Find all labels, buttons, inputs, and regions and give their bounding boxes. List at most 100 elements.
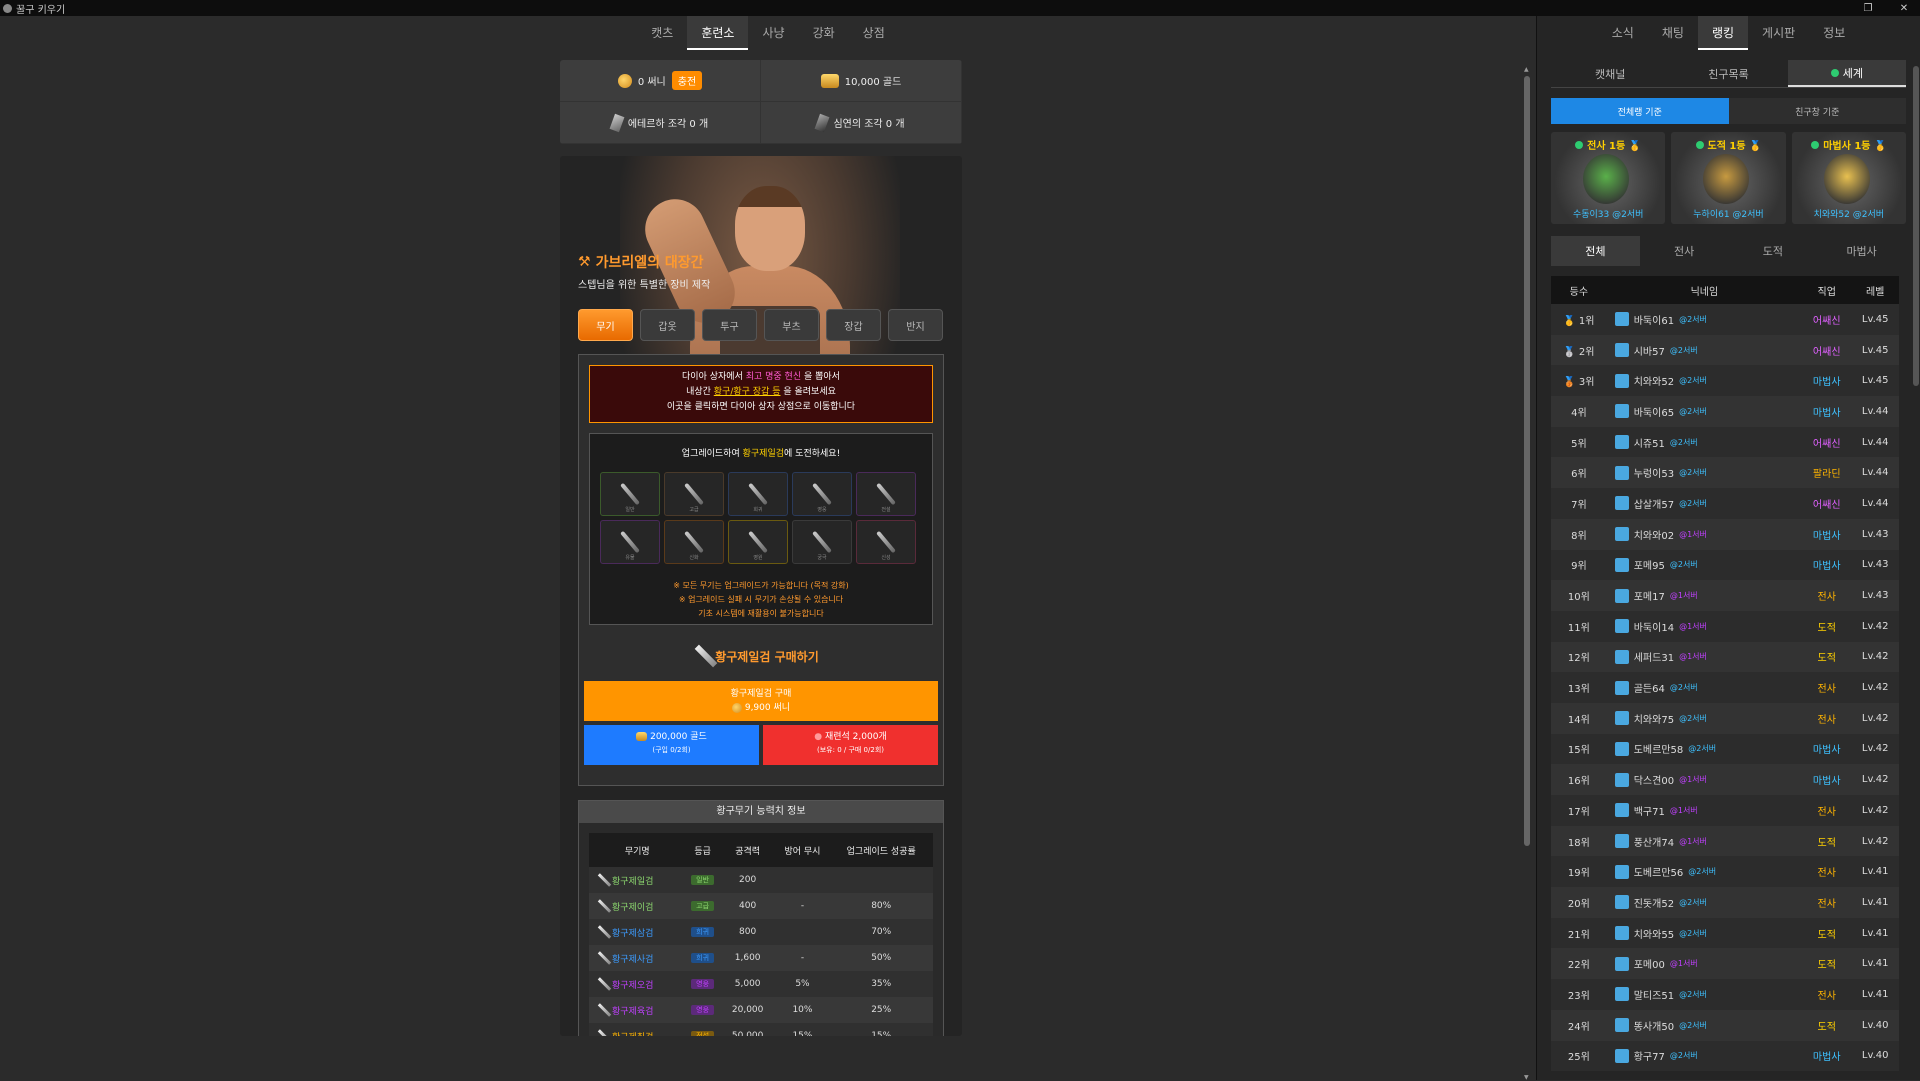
top-player-card[interactable]: 전사 1등 🥇 수동이33 @2서버 — [1551, 132, 1666, 224]
category-tab-2[interactable]: 투구 — [702, 309, 757, 341]
player-name-text: 치와와52 — [1813, 210, 1853, 220]
forge-title-text: 가브리엘의 대장간 — [595, 255, 704, 271]
attack-value: 400 — [719, 893, 776, 919]
rank-row[interactable]: 22위 포메00 @1서버 도적 Lv.41 — [1551, 948, 1899, 980]
rank-row[interactable]: 12위 세퍼드31 @1서버 도적 Lv.42 — [1551, 641, 1899, 673]
sword-icon — [812, 482, 832, 506]
buy-with-gold-button[interactable]: 200,000 골드 (구입 0/2회) — [584, 725, 759, 765]
rank-row[interactable]: 20위 진돗개52 @2서버 전사 Lv.41 — [1551, 887, 1899, 918]
rank-row[interactable]: 8위 치와와02 @1서버 마법사 Lv.43 — [1551, 518, 1899, 550]
side-tab-0[interactable]: 소식 — [1598, 16, 1648, 50]
category-tab-5[interactable]: 반지 — [888, 309, 943, 341]
category-tab-1[interactable]: 갑옷 — [640, 309, 695, 341]
sword-icon — [597, 899, 612, 913]
weapon-level-label: 궁극 — [817, 555, 827, 561]
side-scrollbar[interactable] — [1913, 50, 1919, 1080]
rank-row[interactable]: 16위 닥스견00 @1서버 마법사 Lv.42 — [1551, 764, 1899, 795]
level-label: Lv.44 — [1851, 426, 1899, 458]
rank-row[interactable]: 4위 바둑이65 @2서버 마법사 Lv.44 — [1551, 396, 1899, 427]
side-scroll-thumb[interactable] — [1913, 66, 1919, 386]
charge-button[interactable]: 충전 — [671, 71, 703, 90]
rank-row[interactable]: 17위 백구71 @1서버 전사 Lv.42 — [1551, 795, 1899, 826]
top-player-card[interactable]: 도적 1등 🥇 누하이61 @2서버 — [1671, 132, 1786, 224]
rank-position: 12위 — [1567, 653, 1590, 665]
scope-tab-1[interactable]: 친구목록 — [1669, 60, 1787, 87]
rank-row[interactable]: 9위 포메95 @2서버 마법사 Lv.43 — [1551, 549, 1899, 581]
rank-row[interactable]: 7위 삽살개57 @2서버 어쌔신 Lv.44 — [1551, 488, 1899, 519]
rank-row[interactable]: 18위 풍산개74 @1서버 도적 Lv.42 — [1551, 825, 1899, 857]
rank-row[interactable]: 11위 바둑이14 @1서버 도적 Lv.42 — [1551, 610, 1899, 642]
tab-4[interactable]: 상점 — [849, 16, 899, 50]
rank-position: 5위 — [1571, 438, 1587, 450]
side-tab-2[interactable]: 랭킹 — [1697, 16, 1749, 50]
rank-row[interactable]: 🥈 2위 시바57 @2서버 어쌔신 Lv.45 — [1551, 334, 1899, 366]
weapon-level-label: 희귀 — [753, 507, 763, 513]
top-player-label: 전사 1등 🥇 — [1551, 137, 1665, 152]
buy-with-sunny-button[interactable]: 황구제일검 구매 9,900 써니 — [584, 681, 938, 721]
rank-position: 23위 — [1567, 990, 1590, 1002]
weapon-slot[interactable]: 전설 — [856, 472, 916, 516]
attack-value: 50,000 — [719, 1023, 776, 1036]
category-tab-3[interactable]: 부츠 — [764, 309, 819, 341]
tab-3[interactable]: 강화 — [799, 16, 849, 50]
top-label-text: 전사 1등 — [1587, 141, 1626, 152]
gold-icon — [820, 73, 839, 88]
main-scroll-thumb[interactable] — [1524, 76, 1530, 846]
weapon-slot[interactable]: 희귀 — [728, 472, 788, 516]
tab-2[interactable]: 사냥 — [748, 16, 798, 50]
rank-row[interactable]: 🥇 1위 바둑이61 @2서버 어쌔신 Lv.45 — [1551, 304, 1899, 335]
side-tab-1[interactable]: 채팅 — [1648, 16, 1698, 50]
weapon-slot[interactable]: 신화 — [664, 520, 724, 564]
job-tab-1[interactable]: 전사 — [1640, 236, 1729, 266]
channel-scope-tabs: 캣채널 친구목록 세계 — [1551, 60, 1906, 88]
diamond-box-notice[interactable]: 다이아 상자에서 최고 명중 현신 을 뽑아서 내상간 황구/황구 장갑 등 을… — [589, 365, 933, 423]
rank-row[interactable]: 19위 도베르만56 @2서버 전사 Lv.41 — [1551, 856, 1899, 888]
category-tab-4[interactable]: 장갑 — [826, 309, 881, 341]
rank-row[interactable]: 5위 시쥬51 @2서버 어쌔신 Lv.44 — [1551, 426, 1899, 458]
side-tab-3[interactable]: 게시판 — [1748, 16, 1809, 50]
close-icon[interactable]: ✕ — [1892, 0, 1916, 16]
rank-row[interactable]: 13위 골든64 @2서버 전사 Lv.42 — [1551, 672, 1899, 703]
rank-nickname: 시바57 @2서버 — [1607, 335, 1802, 366]
rank-position: 16위 — [1567, 776, 1590, 788]
rank-row[interactable]: 10위 포메17 @1서버 전사 Lv.43 — [1551, 580, 1899, 611]
weapon-slot[interactable]: 유물 — [600, 520, 660, 564]
weapon-slot[interactable]: 일반 — [600, 472, 660, 516]
main-scrollbar[interactable]: ▲ ▼ — [1524, 66, 1530, 1081]
scroll-down-icon[interactable]: ▼ — [1524, 1074, 1530, 1081]
scroll-up-icon[interactable]: ▲ — [1524, 66, 1530, 73]
rank-position: 18위 — [1567, 837, 1590, 849]
scope-tab-2[interactable]: 세계 — [1787, 60, 1906, 87]
buy-with-refine-stone-button[interactable]: ● 재련석 2,000개 (보유: 0 / 구매 0/2회) — [763, 725, 938, 765]
tab-0[interactable]: 캣츠 — [637, 16, 687, 50]
category-tab-0[interactable]: 무기 — [578, 309, 633, 341]
job-tab-2[interactable]: 도적 — [1729, 236, 1818, 266]
scope-tab-0[interactable]: 캣채널 — [1551, 60, 1669, 87]
weapon-slot[interactable]: 영웅 — [792, 472, 852, 516]
rank-row[interactable]: 14위 치와와75 @2서버 전사 Lv.42 — [1551, 702, 1899, 734]
rank-row[interactable]: 15위 도베르만58 @2서버 마법사 Lv.42 — [1551, 733, 1899, 765]
rank-row[interactable]: 6위 누렁이53 @2서버 팔라딘 Lv.44 — [1551, 457, 1899, 489]
rank-row[interactable]: 23위 말티즈51 @2서버 전사 Lv.41 — [1551, 979, 1899, 1010]
job-label: 마법사 — [1802, 518, 1852, 550]
rank-position: 19위 — [1567, 868, 1590, 880]
basis-tab-0[interactable]: 전체랭 기준 — [1551, 98, 1729, 124]
top-navigation: 캣츠 훈련소 사냥 강화 상점 — [0, 16, 1536, 50]
job-tab-0[interactable]: 전체 — [1551, 236, 1640, 266]
weapon-slot[interactable]: 고급 — [664, 472, 724, 516]
rank-row[interactable]: 25위 황구77 @2서버 마법사 Lv.40 — [1551, 1040, 1899, 1072]
weapon-slot[interactable]: 영원 — [728, 520, 788, 564]
player-icon — [1614, 895, 1629, 910]
restore-icon[interactable]: ❐ — [1856, 0, 1880, 16]
weapon-slot[interactable]: 궁극 — [792, 520, 852, 564]
side-tab-4[interactable]: 정보 — [1809, 16, 1859, 50]
top-player-card[interactable]: 마법사 1등 🥇 치와와52 @2서버 — [1791, 132, 1906, 224]
rank-row[interactable]: 21위 치와와55 @2서버 도적 Lv.41 — [1551, 917, 1899, 949]
job-tab-3[interactable]: 마법사 — [1817, 236, 1906, 266]
weapon-slot[interactable]: 신성 — [856, 520, 916, 564]
rank-row[interactable]: 24위 똥사개50 @2서버 도적 Lv.40 — [1551, 1009, 1899, 1041]
basis-tab-1[interactable]: 친구창 기준 — [1728, 98, 1906, 124]
tab-1[interactable]: 훈련소 — [687, 16, 749, 50]
nickname-text: 바둑이14 — [1633, 622, 1675, 634]
rank-row[interactable]: 🥉 3위 치와와52 @2서버 마법사 Lv.45 — [1551, 365, 1899, 397]
